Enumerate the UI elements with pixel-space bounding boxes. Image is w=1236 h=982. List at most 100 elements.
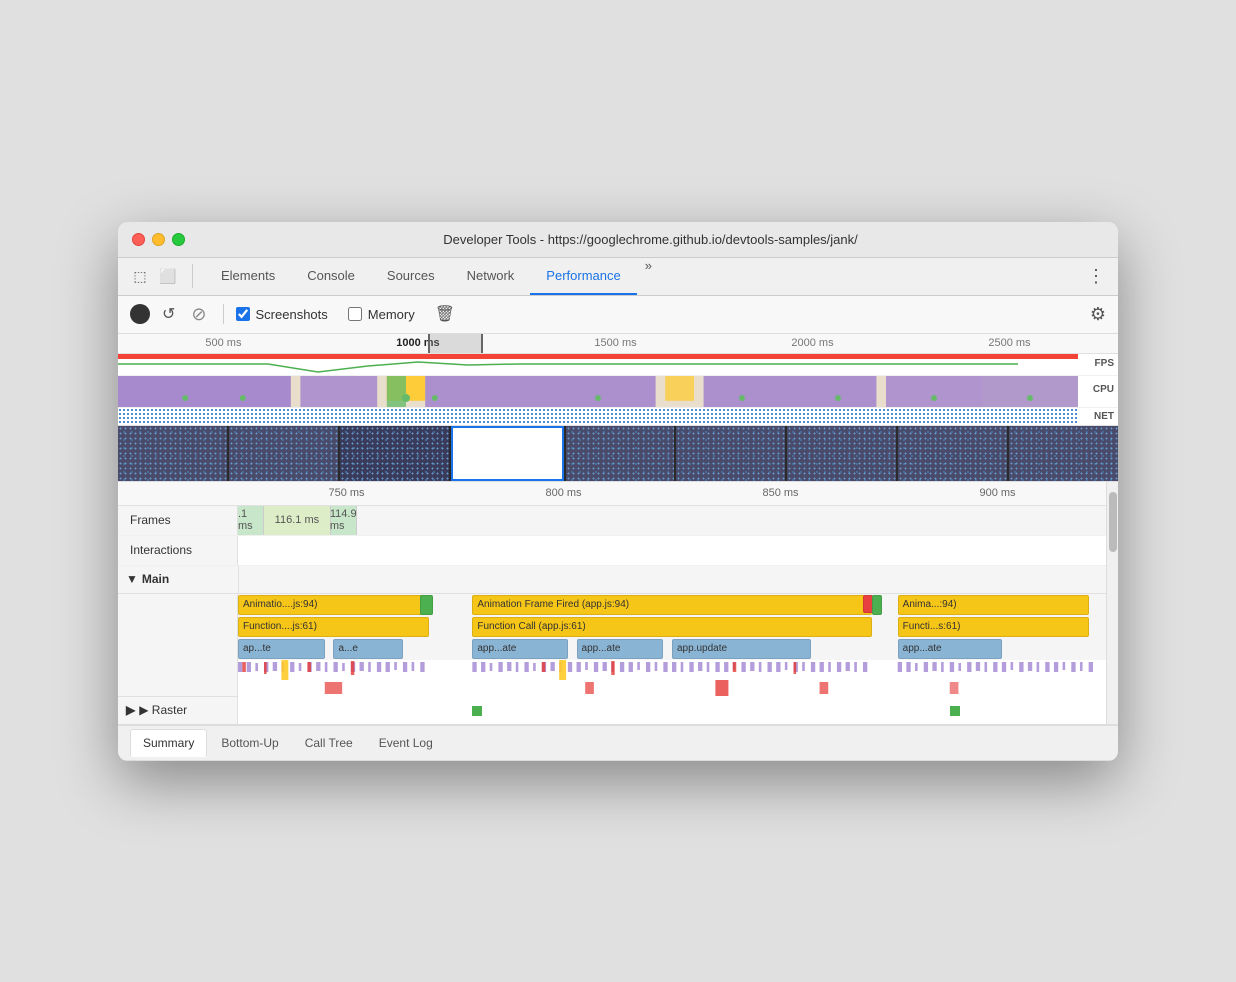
bottom-panel: Summary Bottom-Up Call Tree Event Log xyxy=(118,724,1118,761)
red-marks-row xyxy=(118,680,1106,696)
scrollbar-thumb[interactable] xyxy=(1109,492,1117,552)
toolbar: ↺ ⊘ Screenshots Memory 🗑 ⚙ xyxy=(118,296,1118,334)
main-tabs: Elements Console Sources Network Perform… xyxy=(205,258,1084,295)
red-marks-label xyxy=(118,680,238,696)
tab-menu-button[interactable]: ⋮ xyxy=(1084,264,1108,288)
flame-app-3[interactable]: app...ate xyxy=(472,639,567,659)
timeline-scroll-content: 750 ms 800 ms 850 ms 900 ms Frames .1 ms… xyxy=(118,482,1106,724)
trash-icon[interactable]: 🗑 xyxy=(431,302,459,326)
minimize-button[interactable] xyxy=(152,233,165,246)
record-button[interactable] xyxy=(130,304,150,324)
tab-summary[interactable]: Summary xyxy=(130,729,207,757)
maximize-button[interactable] xyxy=(172,233,185,246)
time-ruler-detail: 750 ms 800 ms 850 ms 900 ms xyxy=(118,482,1106,506)
memory-label: Memory xyxy=(368,307,415,322)
flame-green-1 xyxy=(420,595,433,615)
frame-block-2: 116.1 ms xyxy=(264,506,331,535)
cpu-label: CPU xyxy=(1093,384,1114,395)
reload-icon[interactable]: ↺ xyxy=(158,302,179,326)
frames-content: .1 ms 116.1 ms 114.9 ms xyxy=(238,506,1106,535)
main-header-content xyxy=(238,566,1106,593)
activity-content xyxy=(238,660,1106,682)
raster-dot-2 xyxy=(950,706,960,716)
fps-row: FPS xyxy=(118,354,1118,376)
flame-app-6[interactable]: app...ate xyxy=(898,639,1002,659)
tick-500: 500 ms xyxy=(205,337,241,349)
tab-console[interactable]: Console xyxy=(291,258,371,295)
time-selection-overlay xyxy=(428,334,483,353)
filmstrip-frame-selected xyxy=(451,426,564,481)
fps-green-area xyxy=(118,360,1078,374)
tab-bottom-up[interactable]: Bottom-Up xyxy=(209,730,290,756)
frame-block-3: 114.9 ms xyxy=(331,506,357,535)
time-ruler-labels: 500 ms 1000 ms 1500 ms 2000 ms 2500 ms xyxy=(128,337,1108,349)
settings-button[interactable]: ⚙ xyxy=(1090,304,1106,325)
flame-row-1: Animatio....js:94) Animation Frame Fired… xyxy=(118,594,1106,616)
more-tabs-button[interactable]: » xyxy=(637,258,660,295)
devtools-icon-group: ⬚ ⬜ xyxy=(128,264,193,288)
detail-tick-800: 800 ms xyxy=(455,487,672,499)
frames-label: Frames xyxy=(118,506,238,535)
flame-row-3: ap...te a...e app...ate app...ate app.up… xyxy=(118,638,1106,660)
timeline-overview[interactable]: 500 ms 1000 ms 1500 ms 2000 ms 2500 ms F… xyxy=(118,334,1118,482)
cpu-bars xyxy=(118,376,1078,407)
flame-green-2 xyxy=(872,595,882,615)
frame-block-1: .1 ms xyxy=(238,506,264,535)
main-label: Main xyxy=(142,572,169,586)
tab-network[interactable]: Network xyxy=(451,258,531,295)
filmstrip-frame-1 xyxy=(118,426,227,481)
filmstrip-frame-5 xyxy=(566,426,675,481)
flame-content-1: Animatio....js:94) Animation Frame Fired… xyxy=(238,594,1106,616)
flame-label-2 xyxy=(118,616,238,638)
flame-func-1[interactable]: Function....js:61) xyxy=(238,617,429,637)
net-dots xyxy=(118,408,1078,425)
filmstrip xyxy=(118,426,1118,481)
device-icon[interactable]: ⬜ xyxy=(156,264,180,288)
flame-app-5[interactable]: app.update xyxy=(672,639,811,659)
devtools-window: Developer Tools - https://googlechrome.g… xyxy=(118,222,1118,761)
timeline-detail-area: 750 ms 800 ms 850 ms 900 ms Frames .1 ms… xyxy=(118,482,1118,724)
filmstrip-frame-2 xyxy=(229,426,338,481)
flame-func-3[interactable]: Functi...s:61) xyxy=(898,617,1089,637)
tick-1500: 1500 ms xyxy=(594,337,636,349)
filmstrip-frame-7 xyxy=(787,426,896,481)
flame-app-4[interactable]: app...ate xyxy=(577,639,664,659)
filmstrip-frame-3 xyxy=(340,426,449,481)
main-section-header[interactable]: ▼ Main xyxy=(118,566,1106,594)
close-button[interactable] xyxy=(132,233,145,246)
memory-checkbox[interactable] xyxy=(348,307,362,321)
interactions-label: Interactions xyxy=(118,536,238,565)
raster-content xyxy=(238,697,1106,724)
tab-bar: ⬚ ⬜ Elements Console Sources Network Per… xyxy=(118,258,1118,296)
screenshots-checkbox[interactable] xyxy=(236,307,250,321)
flame-anim-1[interactable]: Animatio....js:94) xyxy=(238,595,429,615)
raster-row[interactable]: ▶ ▶ Raster xyxy=(118,696,1106,724)
flame-app-2[interactable]: a...e xyxy=(333,639,402,659)
cursor-icon[interactable]: ⬚ xyxy=(128,264,152,288)
screenshots-checkbox-group: Screenshots xyxy=(236,307,328,322)
clear-icon[interactable]: ⊘ xyxy=(187,302,210,327)
tab-event-log[interactable]: Event Log xyxy=(367,730,445,756)
fps-label: FPS xyxy=(1095,358,1114,369)
main-expand-arrow: ▼ xyxy=(126,572,138,586)
activity-label-col xyxy=(118,660,238,680)
flame-app-1[interactable]: ap...te xyxy=(238,639,325,659)
detail-tick-850: 850 ms xyxy=(672,487,889,499)
detail-tick-900: 900 ms xyxy=(889,487,1106,499)
raster-text: ▶ Raster xyxy=(139,703,187,717)
tab-sources[interactable]: Sources xyxy=(371,258,451,295)
tab-performance[interactable]: Performance xyxy=(530,258,636,295)
detail-tick-750: 750 ms xyxy=(238,487,455,499)
title-bar: Developer Tools - https://googlechrome.g… xyxy=(118,222,1118,258)
tab-elements[interactable]: Elements xyxy=(205,258,291,295)
flame-label-1 xyxy=(118,594,238,616)
cpu-row: CPU xyxy=(118,376,1118,408)
flame-content-2: Function....js:61) Function Call (app.js… xyxy=(238,616,1106,638)
flame-anim-2[interactable]: Animation Frame Fired (app.js:94) xyxy=(472,595,871,615)
time-ruler-overview: 500 ms 1000 ms 1500 ms 2000 ms 2500 ms xyxy=(118,334,1118,354)
flame-func-2[interactable]: Function Call (app.js:61) xyxy=(472,617,871,637)
flame-anim-3[interactable]: Anima...:94) xyxy=(898,595,1089,615)
tab-call-tree[interactable]: Call Tree xyxy=(293,730,365,756)
frames-track: Frames .1 ms 116.1 ms 114.9 ms xyxy=(118,506,1106,536)
vertical-scrollbar[interactable] xyxy=(1106,482,1118,724)
